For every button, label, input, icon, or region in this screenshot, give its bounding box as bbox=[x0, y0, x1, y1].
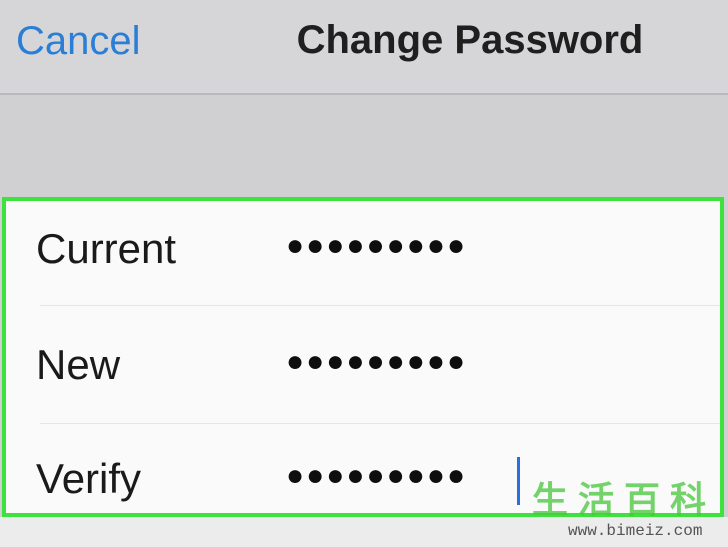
text-cursor bbox=[517, 457, 520, 505]
verify-password-label: Verify bbox=[36, 455, 142, 502]
row-divider bbox=[40, 305, 720, 306]
section-spacer bbox=[0, 95, 728, 187]
current-password-label: Current bbox=[36, 225, 177, 272]
password-form: Current ●●●●●●●●● New ●●●●●●●●● Verify ●… bbox=[2, 197, 724, 517]
page-title: Change Password bbox=[296, 18, 644, 62]
new-password-field[interactable]: ●●●●●●●●● bbox=[286, 337, 467, 387]
verify-password-field[interactable]: ●●●●●●●●● bbox=[286, 451, 467, 501]
verify-password-row[interactable]: Verify ●●●●●●●●● bbox=[6, 431, 720, 513]
row-divider bbox=[40, 423, 720, 424]
current-password-field[interactable]: ●●●●●●●●● bbox=[286, 221, 467, 271]
bottom-area bbox=[0, 517, 728, 547]
new-password-row[interactable]: New ●●●●●●●●● bbox=[6, 317, 720, 421]
navigation-bar: Cancel Change Password bbox=[0, 0, 728, 95]
change-password-screen: Cancel Change Password Current ●●●●●●●●●… bbox=[0, 0, 728, 547]
new-password-label: New bbox=[36, 341, 121, 388]
current-password-row[interactable]: Current ●●●●●●●●● bbox=[6, 201, 720, 305]
